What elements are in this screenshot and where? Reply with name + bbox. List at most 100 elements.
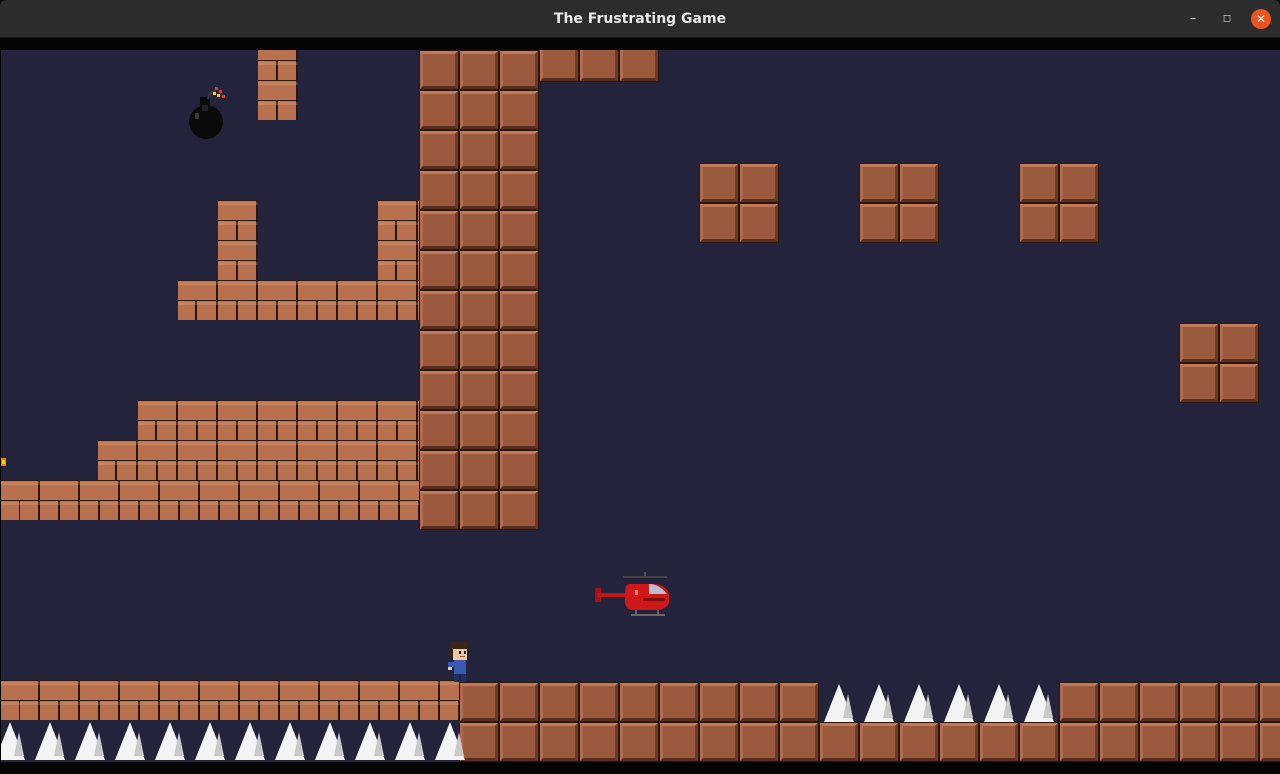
stone-block xyxy=(459,490,499,530)
stone-block xyxy=(619,722,659,762)
stone-block xyxy=(459,370,499,410)
brick-wall xyxy=(378,200,419,220)
brick-wall xyxy=(178,280,419,300)
stone-block xyxy=(499,722,539,762)
stone-block xyxy=(1019,722,1059,762)
stone-block xyxy=(459,722,499,762)
stone-block xyxy=(419,250,459,290)
stone-block xyxy=(739,203,779,243)
stone-block xyxy=(1219,722,1259,762)
spike-hazard xyxy=(315,722,345,760)
stone-block xyxy=(419,330,459,370)
stone-block xyxy=(1179,323,1219,363)
stone-block xyxy=(1259,682,1280,722)
brick-wall xyxy=(258,50,298,60)
stone-block xyxy=(419,50,459,90)
stone-block xyxy=(859,203,899,243)
spike-hazard xyxy=(395,722,425,760)
stone-block xyxy=(499,210,539,250)
stone-block xyxy=(1059,722,1099,762)
stone-block xyxy=(1059,163,1099,203)
stone-block xyxy=(739,722,779,762)
spike-hazard xyxy=(235,722,265,760)
maximize-button[interactable]: ◻ xyxy=(1217,9,1237,29)
close-button[interactable]: ✕ xyxy=(1251,9,1271,29)
stone-block xyxy=(939,722,979,762)
stone-block xyxy=(619,682,659,722)
spike-hazard xyxy=(944,684,974,722)
stone-block xyxy=(1259,722,1280,762)
stone-block xyxy=(659,722,699,762)
brick-wall xyxy=(258,80,298,100)
brick-wall xyxy=(258,100,298,120)
stone-block xyxy=(1219,323,1259,363)
stone-block xyxy=(739,163,779,203)
spike-hazard xyxy=(115,722,145,760)
spike-hazard xyxy=(1024,684,1054,722)
stone-block xyxy=(1179,722,1219,762)
stone-block xyxy=(899,163,939,203)
stone-block xyxy=(419,290,459,330)
stone-block xyxy=(779,722,819,762)
brick-wall xyxy=(258,60,298,80)
stone-block xyxy=(419,450,459,490)
stone-block xyxy=(459,50,499,90)
stone-block xyxy=(1099,682,1139,722)
stone-block xyxy=(459,410,499,450)
stone-block xyxy=(1059,682,1099,722)
brick-wall xyxy=(98,440,419,460)
stone-block xyxy=(539,722,579,762)
spike-hazard xyxy=(355,722,385,760)
fireball-icon xyxy=(1,458,6,466)
stone-block xyxy=(859,722,899,762)
stone-block xyxy=(979,722,1019,762)
stone-block xyxy=(739,682,779,722)
top-letterbox xyxy=(0,38,1280,50)
stone-block xyxy=(459,90,499,130)
stone-block xyxy=(1059,203,1099,243)
stone-block xyxy=(1139,722,1179,762)
stone-block xyxy=(419,410,459,450)
stone-block xyxy=(1179,682,1219,722)
stone-block xyxy=(419,170,459,210)
stone-block xyxy=(499,410,539,450)
stone-block xyxy=(899,722,939,762)
stone-block xyxy=(499,90,539,130)
spike-hazard xyxy=(75,722,105,760)
spike-hazard xyxy=(984,684,1014,722)
helicopter-icon xyxy=(595,572,669,616)
stone-block xyxy=(1139,682,1179,722)
player-character-icon xyxy=(448,642,467,682)
spike-hazard xyxy=(195,722,225,760)
stone-block xyxy=(859,163,899,203)
brick-wall xyxy=(218,240,258,260)
spike-hazard xyxy=(35,722,65,760)
stone-block xyxy=(1019,163,1059,203)
brick-wall xyxy=(378,240,419,260)
stone-block xyxy=(699,203,739,243)
stone-block xyxy=(499,130,539,170)
stone-block xyxy=(459,170,499,210)
stone-block xyxy=(499,50,539,90)
game-canvas[interactable] xyxy=(1,50,1280,762)
stone-block xyxy=(499,370,539,410)
stone-block xyxy=(1219,363,1259,403)
spike-hazard xyxy=(275,722,305,760)
minimize-button[interactable]: – xyxy=(1183,9,1203,29)
stone-block xyxy=(459,450,499,490)
brick-wall xyxy=(1,680,459,700)
stone-block xyxy=(419,370,459,410)
window-title: The Frustrating Game xyxy=(553,11,727,27)
stone-block xyxy=(499,170,539,210)
stone-block xyxy=(459,330,499,370)
bomb-icon xyxy=(189,87,225,139)
stone-block xyxy=(499,330,539,370)
stone-block xyxy=(619,50,659,82)
brick-wall xyxy=(178,300,419,320)
window-titlebar[interactable]: The Frustrating Game – ◻ ✕ xyxy=(0,0,1280,38)
spike-hazard xyxy=(824,684,854,722)
stone-block xyxy=(419,210,459,250)
brick-wall xyxy=(1,700,459,720)
spike-hazard xyxy=(155,722,185,760)
stone-block xyxy=(579,50,619,82)
